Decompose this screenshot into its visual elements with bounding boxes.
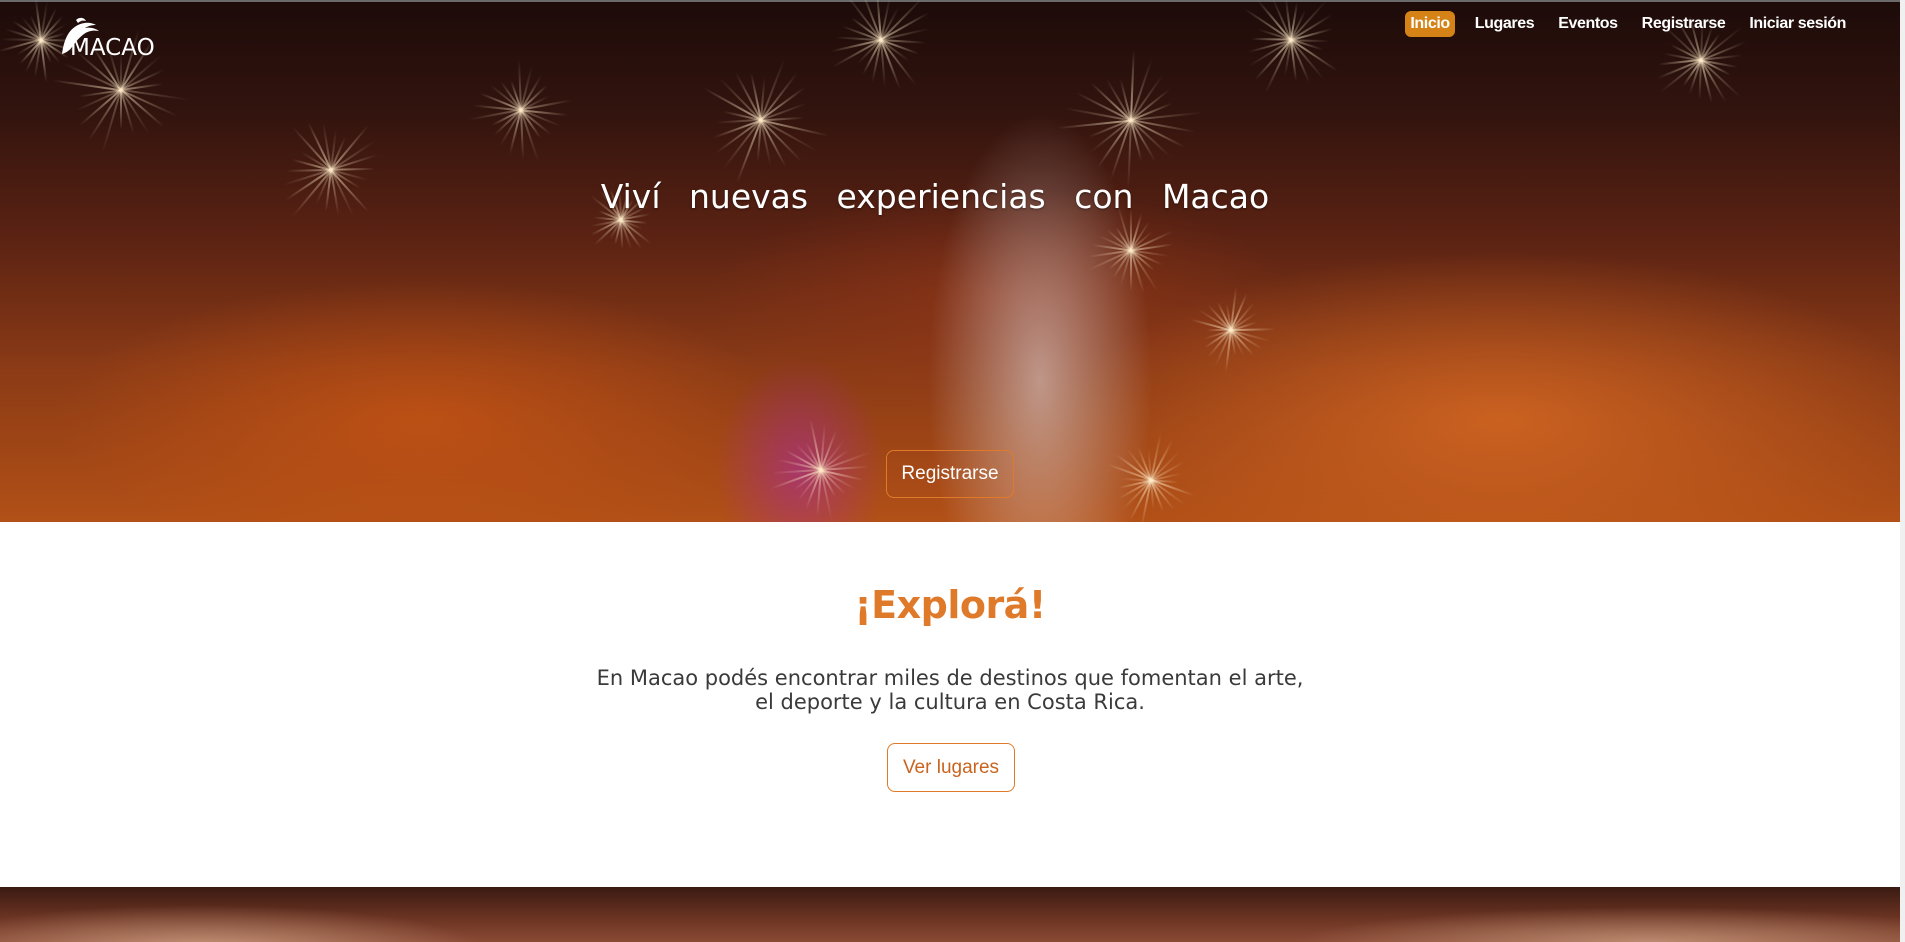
nav-item-lugares[interactable]: Lugares [1471,11,1538,37]
firework-spark [1130,249,1133,292]
explore-description-line-2: el deporte y la cultura en Costa Rica. [755,690,1145,714]
hero-title: Viví nuevas experiencias con Macao [600,177,1270,216]
explore-heading: ¡Explorá! [854,583,1046,627]
explore-description: En Macao podés encontrar miles de destin… [0,666,1900,714]
nav-item-eventos[interactable]: Eventos [1554,11,1621,37]
main-nav: Inicio Lugares Eventos Registrarse Inici… [1405,11,1850,37]
hero-banner [0,0,1900,522]
firework-spark [101,89,122,154]
explore-description-line-1: En Macao podés encontrar miles de destin… [596,666,1304,690]
next-section-image [0,887,1900,942]
view-places-button[interactable]: Ver lugares [887,743,1015,792]
register-button[interactable]: Registrarse [886,450,1014,498]
nav-item-inicio[interactable]: Inicio [1405,11,1455,37]
firework-spark [760,119,829,137]
nav-item-iniciar-sesion[interactable]: Iniciar sesión [1745,11,1850,37]
logo-text: MACAO [70,35,155,61]
scrollbar-track[interactable] [1900,0,1905,942]
firework-spark [120,90,122,130]
top-divider [0,0,1900,2]
nav-item-registrarse[interactable]: Registrarse [1638,11,1730,37]
